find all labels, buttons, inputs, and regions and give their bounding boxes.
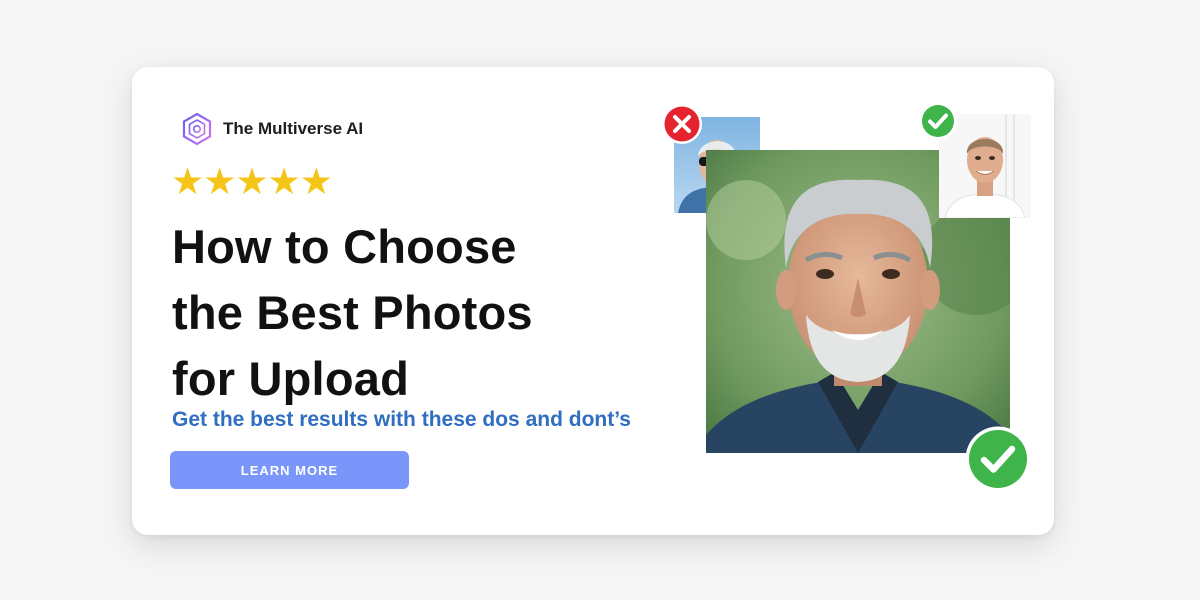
headline-line: How to Choose xyxy=(172,220,517,273)
headline-line: for Upload xyxy=(172,352,409,405)
rating-stars: ★ ★ ★ ★ ★ xyxy=(171,160,333,204)
headline: How to Choose the Best Photos for Upload xyxy=(172,214,612,412)
learn-more-button[interactable]: LEARN MORE xyxy=(170,451,409,489)
brand-name: The Multiverse AI xyxy=(223,119,364,138)
subtitle: Get the best results with these dos and … xyxy=(172,408,631,431)
hexagon-swirl-logo-icon xyxy=(182,112,212,146)
green-check-icon xyxy=(919,102,957,140)
red-x-icon xyxy=(662,104,702,144)
star-icon: ★ xyxy=(299,160,333,203)
brand: The Multiverse AI xyxy=(180,112,364,146)
star-icon: ★ xyxy=(203,160,237,203)
star-icon: ★ xyxy=(267,160,301,203)
headline-line: the Best Photos xyxy=(172,286,533,339)
green-check-icon xyxy=(965,426,1031,492)
star-icon: ★ xyxy=(235,160,269,203)
star-icon: ★ xyxy=(171,160,205,203)
